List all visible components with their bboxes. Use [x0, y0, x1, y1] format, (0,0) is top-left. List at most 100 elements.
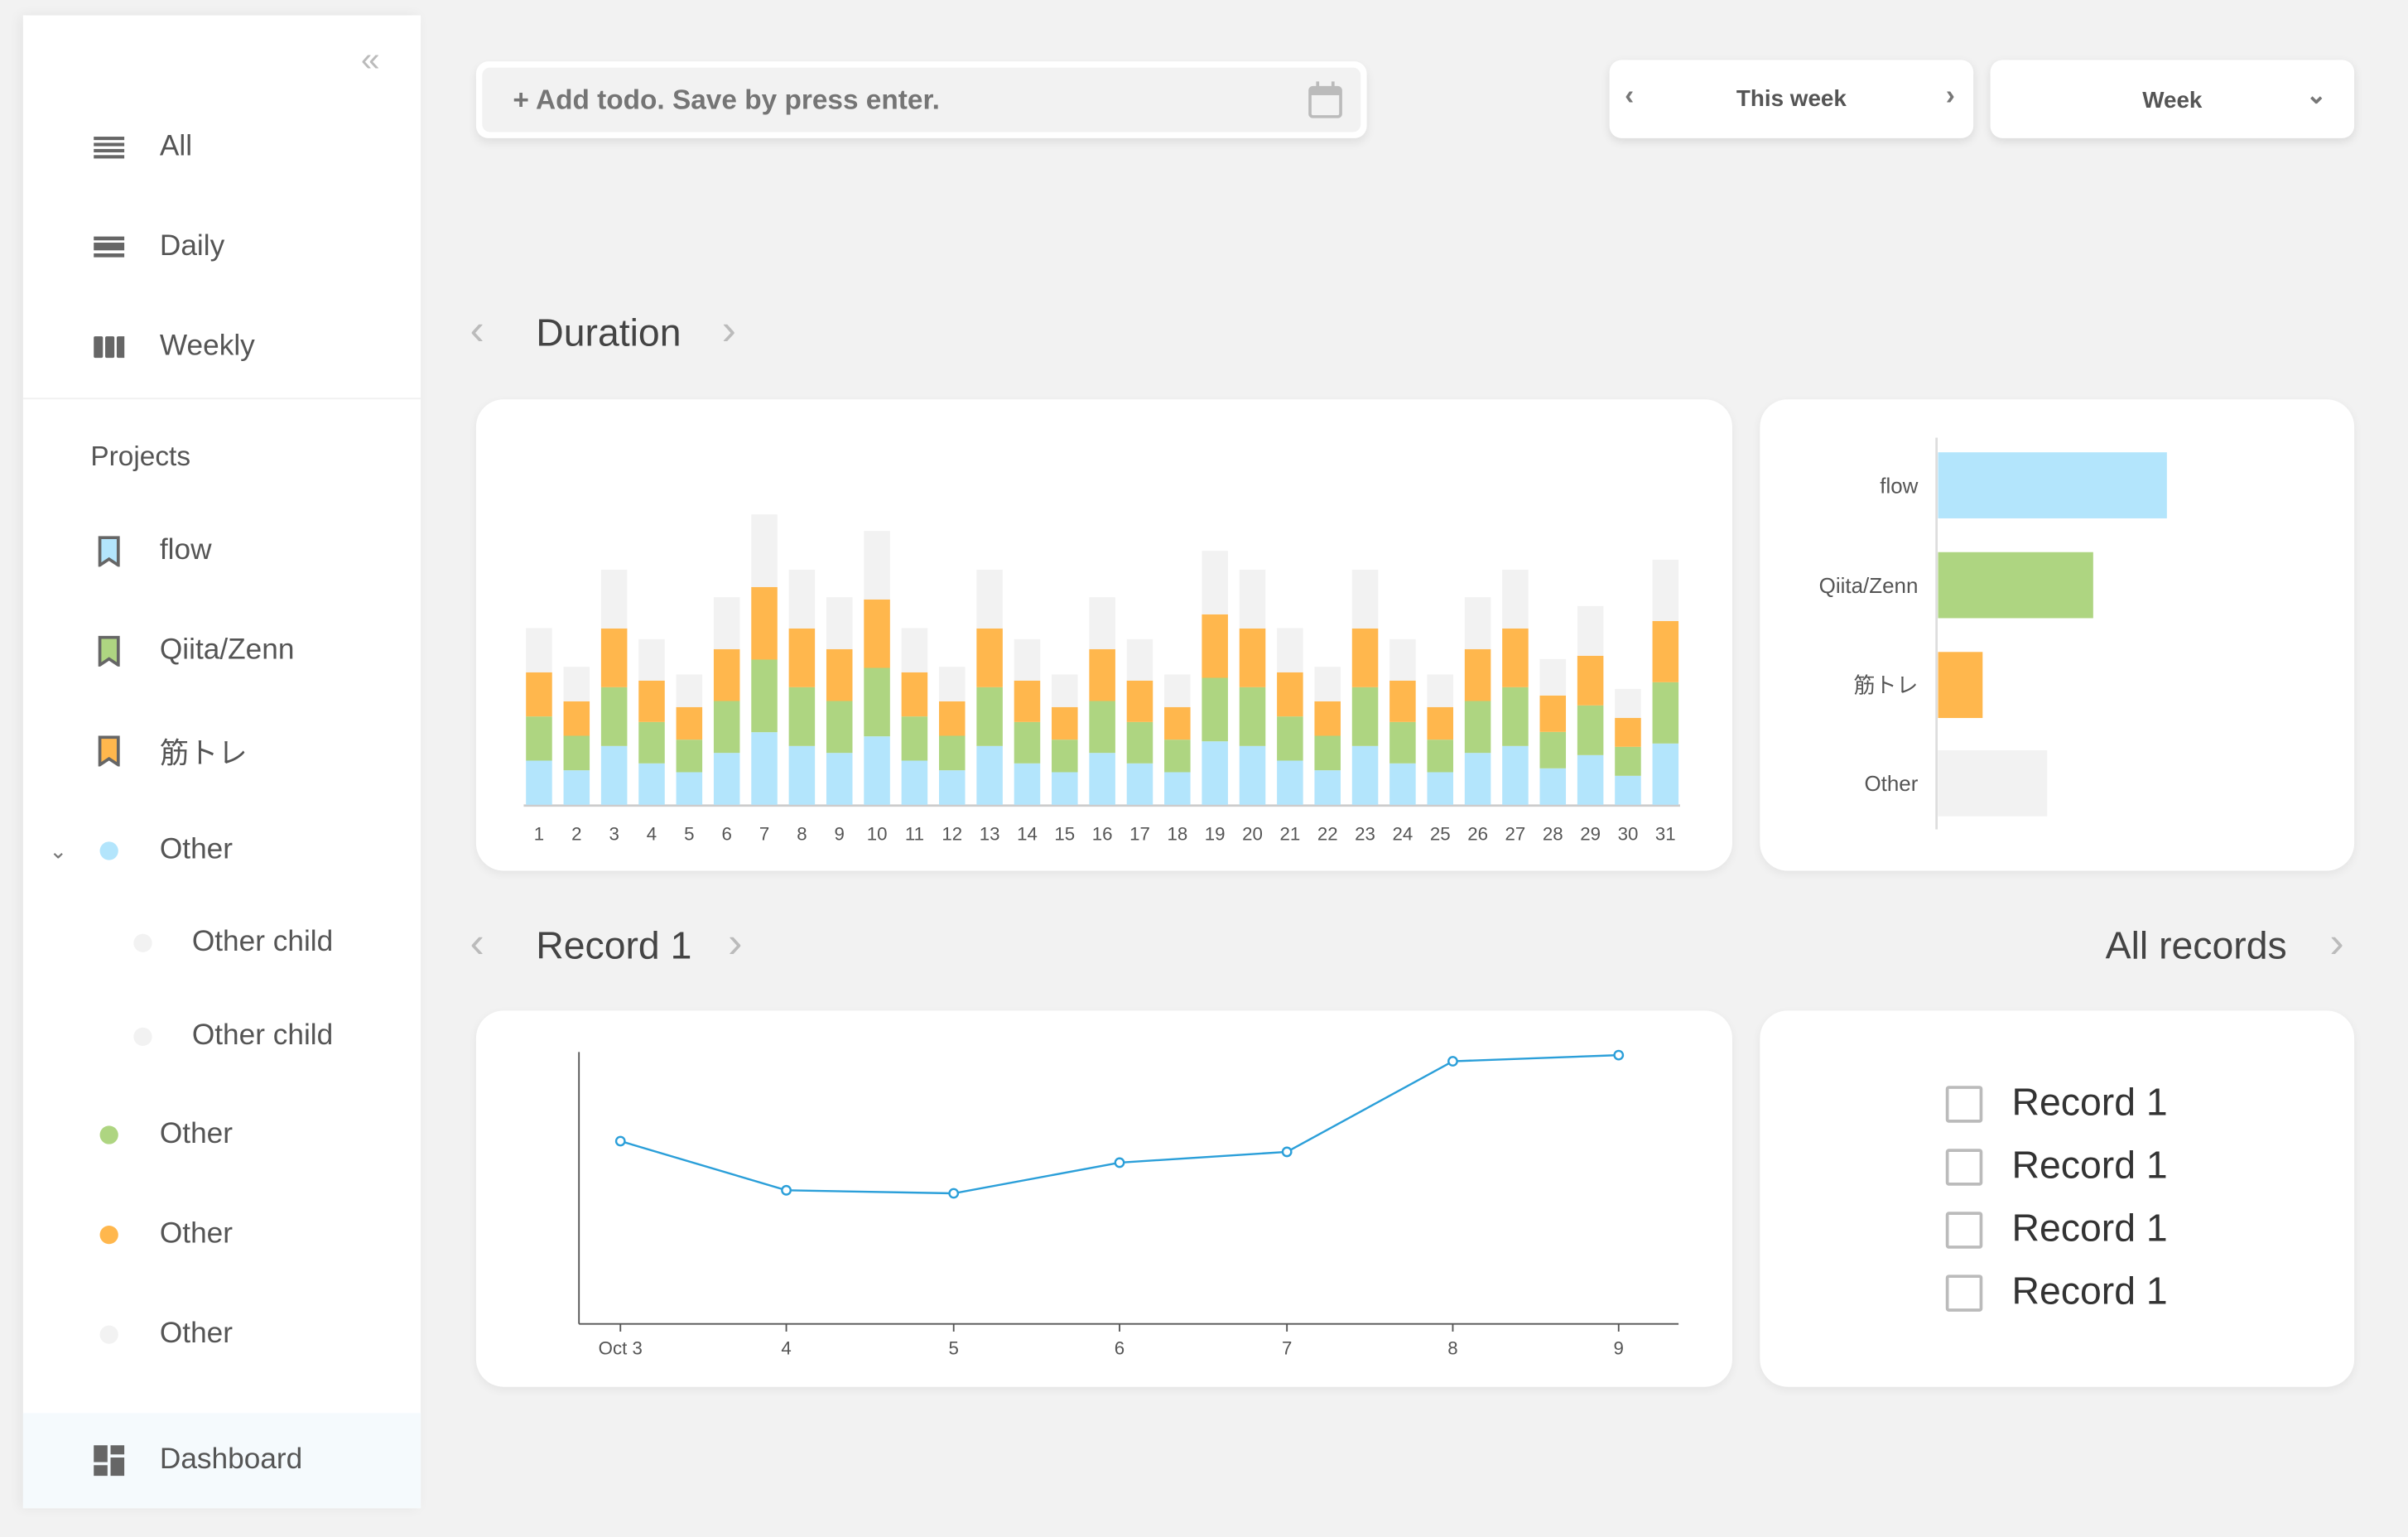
- bar-segment-flow-6: [713, 753, 740, 805]
- bar-segment-flow-19: [1202, 741, 1228, 805]
- sidebar-project-flow[interactable]: flow: [23, 521, 421, 582]
- sidebar-other-2[interactable]: Other: [23, 1104, 421, 1165]
- sidebar-other-1[interactable]: ⌄ Other: [23, 820, 421, 881]
- bar-segment-Qiita/Zenn-31: [1652, 682, 1679, 744]
- data-point-8: [1447, 1056, 1458, 1067]
- bar-segment-筋トレ-10: [864, 599, 890, 668]
- bar-segment-Other-2: [563, 667, 590, 701]
- project-total-card: flow Qiita/Zenn 筋トレ Other: [1760, 399, 2355, 871]
- bar-segment-Qiita/Zenn-20: [1239, 687, 1266, 746]
- record-label: Record 1: [2011, 1081, 2168, 1125]
- record-checkbox[interactable]: [1945, 1086, 1983, 1123]
- x-tick-label: 21: [1279, 823, 1300, 844]
- x-tick-label: 14: [1017, 823, 1038, 844]
- collapse-sidebar-icon[interactable]: «: [361, 40, 380, 80]
- todo-input[interactable]: [513, 76, 1250, 123]
- sidebar-other-3[interactable]: Other: [23, 1204, 421, 1265]
- bar-segment-Qiita/Zenn-16: [1089, 701, 1115, 754]
- record-checkbox[interactable]: [1945, 1274, 1983, 1312]
- bar-segment-Other-8: [788, 569, 816, 629]
- bar-segment-Other-3: [600, 569, 628, 629]
- sidebar-item-daily[interactable]: Daily: [23, 216, 421, 277]
- range-select[interactable]: Week ⌄: [1990, 60, 2355, 138]
- sidebar-project-qiita[interactable]: Qiita/Zenn: [23, 620, 421, 682]
- list-icon: [94, 132, 125, 162]
- sidebar: « All Daily Weekly Projects flow Qiita/Z…: [22, 15, 421, 1509]
- bar-segment-flow-31: [1652, 743, 1679, 805]
- record-checkbox[interactable]: [1945, 1149, 1983, 1186]
- bar-segment-Other-20: [1239, 569, 1266, 629]
- sidebar-item-label: Other child: [191, 1019, 334, 1053]
- x-tick-label: 7: [1282, 1338, 1292, 1359]
- x-tick-label: 6: [1115, 1338, 1125, 1359]
- bar-segment-flow-5: [676, 772, 703, 805]
- chevron-down-icon[interactable]: ⌄: [49, 838, 67, 865]
- color-dot-icon: [94, 1220, 124, 1250]
- bar-segment-Other-29: [1577, 605, 1604, 656]
- calendar-icon[interactable]: [1308, 81, 1342, 126]
- record-label: Record 1: [2011, 1270, 2168, 1313]
- prev-chart-button[interactable]: ‹: [470, 306, 484, 354]
- next-chart-button[interactable]: ›: [722, 306, 736, 354]
- bar-segment-flow-12: [938, 770, 966, 805]
- x-tick-label: 13: [980, 823, 1000, 844]
- record-checkbox[interactable]: [1945, 1212, 1983, 1249]
- x-tick-label: 29: [1580, 823, 1601, 844]
- sidebar-other-child[interactable]: Other child: [23, 1006, 421, 1067]
- bar-segment-Other-13: [976, 569, 1003, 629]
- bar-segment-Qiita/Zenn-27: [1502, 687, 1529, 746]
- bar-segment-flow-9: [826, 753, 853, 805]
- sidebar-item-dashboard[interactable]: Dashboard: [22, 1413, 421, 1509]
- bar-segment-Qiita/Zenn-18: [1164, 740, 1191, 773]
- bar-segment-Other-24: [1389, 638, 1416, 681]
- bar-segment-Qiita/Zenn-28: [1539, 731, 1567, 768]
- data-point-5: [948, 1188, 960, 1199]
- x-tick-label: 9: [1614, 1338, 1624, 1359]
- sidebar-other-4[interactable]: Other: [23, 1304, 421, 1366]
- sidebar-project-kintore[interactable]: 筋トレ: [23, 720, 421, 782]
- x-tick-label: 19: [1205, 823, 1226, 844]
- bar-segment-flow-22: [1314, 770, 1341, 805]
- bar-segment-flow-7: [751, 732, 778, 805]
- bar-segment-筋トレ-1: [526, 672, 552, 717]
- daily-icon: [94, 232, 125, 263]
- chevron-down-icon: ⌄: [2305, 83, 2327, 109]
- bar-segment-Qiita/Zenn-7: [751, 659, 778, 733]
- sidebar-item-label: Other child: [191, 926, 334, 959]
- bar-segment-flow-28: [1539, 768, 1567, 805]
- bar-segment-筋トレ-18: [1164, 706, 1191, 740]
- color-dot-icon: [94, 836, 124, 866]
- y-tick-label: Qiita/Zenn: [1819, 573, 1919, 598]
- bar-segment-Other-25: [1427, 674, 1454, 707]
- next-period-button[interactable]: ›: [1946, 80, 1955, 112]
- sidebar-other-child[interactable]: Other child: [23, 913, 421, 974]
- divider: [22, 398, 421, 400]
- data-point-Oct 3: [614, 1135, 626, 1147]
- color-dot-icon: [128, 1021, 158, 1052]
- series-line: [619, 1053, 1619, 1195]
- x-tick-label: 15: [1054, 823, 1075, 844]
- record-title: Record 1: [536, 924, 692, 968]
- sidebar-item-all[interactable]: All: [23, 117, 421, 178]
- data-point-7: [1281, 1146, 1293, 1158]
- next-record-button[interactable]: ›: [728, 918, 742, 967]
- bar-segment-Qiita/Zenn-24: [1389, 721, 1416, 764]
- bar-segment-Other-12: [938, 667, 966, 701]
- bar-segment-Other-4: [638, 638, 665, 681]
- bar-segment-Other-1: [526, 628, 552, 672]
- data-point-4: [781, 1184, 792, 1196]
- range-select-value: Week: [2142, 87, 2203, 114]
- bar-segment-Qiita/Zenn-19: [1202, 677, 1228, 742]
- bar-segment-flow-29: [1577, 754, 1604, 805]
- bar-segment-flow-17: [1126, 763, 1153, 805]
- all-records-chevron-icon[interactable]: ›: [2329, 918, 2343, 967]
- bar-segment-Qiita/Zenn-30: [1615, 746, 1641, 776]
- bar-segment-flow-30: [1615, 775, 1641, 805]
- prev-record-button[interactable]: ‹: [470, 918, 484, 967]
- all-records-link[interactable]: All records: [2106, 924, 2287, 969]
- bar-segment-Other-10: [864, 531, 890, 600]
- bar-segment-筋トレ-21: [1277, 672, 1303, 717]
- sidebar-item-weekly[interactable]: Weekly: [23, 316, 421, 378]
- bar-Qiita/Zenn: [1938, 552, 2093, 619]
- x-tick-label: 7: [759, 823, 769, 844]
